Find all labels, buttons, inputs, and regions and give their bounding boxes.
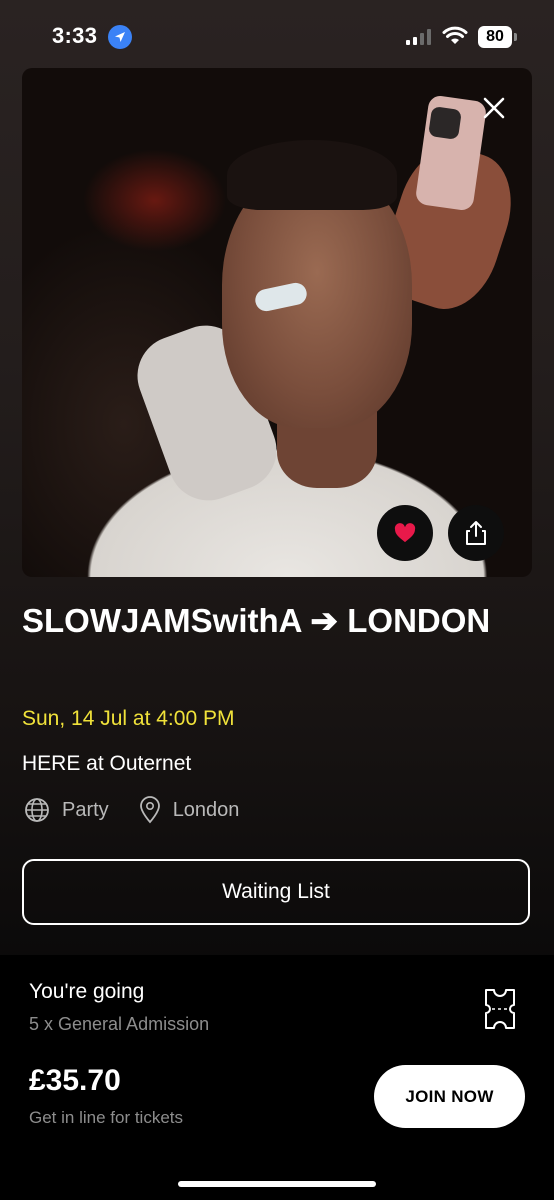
share-button[interactable] — [448, 505, 504, 561]
join-now-button[interactable]: JOIN NOW — [374, 1065, 525, 1128]
event-venue: HERE at Outernet — [22, 752, 192, 775]
event-hero-image — [22, 68, 532, 577]
price-subline: Get in line for tickets — [29, 1108, 184, 1127]
event-title: SLOWJAMSwithA ➔ LONDON — [22, 602, 491, 639]
photo-phone-camera — [428, 106, 462, 140]
status-bar: 3:33 80 — [0, 0, 554, 70]
ticket-icon[interactable] — [484, 988, 516, 1030]
event-category: Party — [62, 798, 109, 821]
battery-tip — [514, 33, 517, 41]
location-pin-icon — [139, 796, 160, 824]
event-screen: 3:33 80 SLOWJAMSwithA ➔ LONDON Sun, 14 J… — [0, 0, 554, 1200]
wifi-icon — [442, 26, 468, 44]
location-services-icon — [108, 25, 132, 49]
event-meta: Party London — [24, 795, 239, 825]
status-time: 3:33 — [52, 23, 98, 48]
heart-icon — [394, 523, 416, 543]
close-button[interactable] — [474, 88, 514, 128]
event-datetime: Sun, 14 Jul at 4:00 PM — [22, 707, 235, 730]
ticket-price: £35.70 — [29, 1064, 121, 1097]
globe-icon — [25, 798, 49, 822]
share-icon — [466, 521, 486, 545]
cellular-signal-icon — [406, 29, 431, 45]
attendance-status: You're going — [29, 980, 145, 1003]
event-location: London — [172, 798, 240, 821]
battery-indicator: 80 — [478, 26, 512, 48]
ticket-summary: 5 x General Admission — [29, 1014, 210, 1034]
home-indicator[interactable] — [178, 1181, 376, 1187]
photo-hair — [227, 140, 397, 210]
waiting-list-button[interactable]: Waiting List — [22, 859, 530, 925]
close-icon — [483, 97, 505, 119]
like-button[interactable] — [377, 505, 433, 561]
